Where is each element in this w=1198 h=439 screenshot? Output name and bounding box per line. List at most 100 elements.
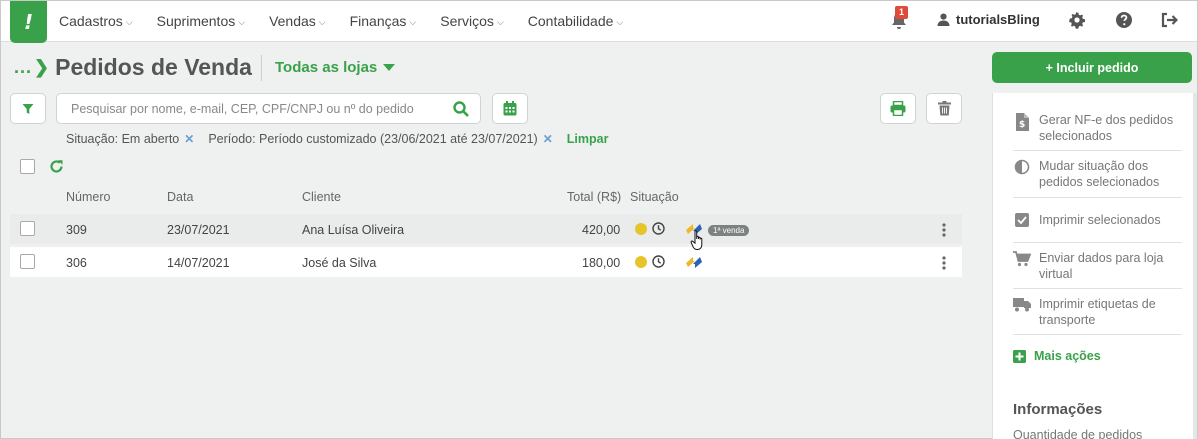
- breadcrumb-dots[interactable]: ...: [14, 57, 32, 78]
- more-vert-icon[interactable]: [942, 223, 946, 237]
- status-dot: [635, 256, 647, 268]
- first-sale-badge: 1ª venda: [708, 225, 750, 236]
- checkbox-icon: [1015, 213, 1029, 227]
- caret-down-icon: [383, 64, 396, 71]
- title-divider: [261, 55, 262, 81]
- order-client: Ana Luísa Oliveira: [302, 223, 405, 237]
- filter-chip-situacao: Situação: Em aberto ✕: [66, 132, 194, 146]
- chevron-down-icon: ⌵: [125, 16, 133, 27]
- user-icon: [937, 13, 950, 26]
- action-print-shipping-labels[interactable]: Imprimir etiquetas de transporte: [1013, 296, 1183, 328]
- search-box: [56, 93, 481, 124]
- filter-button[interactable]: [10, 93, 46, 124]
- scrollbar[interactable]: [1193, 93, 1197, 439]
- more-actions-link[interactable]: Mais ações: [1013, 349, 1101, 363]
- order-date: 23/07/2021: [167, 223, 230, 237]
- close-icon[interactable]: ✕: [184, 132, 194, 146]
- gear-icon[interactable]: [1068, 11, 1086, 29]
- row-checkbox[interactable]: [20, 254, 35, 269]
- help-icon[interactable]: [1115, 11, 1133, 29]
- search-icon[interactable]: [453, 101, 469, 117]
- plus-square-icon: [1013, 349, 1026, 363]
- chevron-down-icon: ⌵: [616, 16, 624, 27]
- more-actions-label: Mais ações: [1034, 349, 1101, 363]
- column-header-cliente[interactable]: Cliente: [302, 190, 341, 204]
- menu-item-label: Suprimentos: [156, 13, 236, 29]
- user-menu[interactable]: tutorialsBling: [937, 12, 1040, 27]
- action-label: Gerar NF-e dos pedidos selecionados: [1039, 113, 1174, 143]
- action-send-to-store[interactable]: Enviar dados para loja virtual: [1013, 250, 1183, 282]
- order-date: 14/07/2021: [167, 256, 230, 270]
- filter-chip-label: Situação: Em aberto: [66, 132, 180, 146]
- clear-filters-link[interactable]: Limpar: [567, 132, 609, 146]
- menu-item-cadastros[interactable]: Cadastros ⌵: [59, 13, 133, 29]
- divider: [1013, 150, 1182, 151]
- menu-item-label: Cadastros: [59, 13, 123, 29]
- invoice-icon: $: [1016, 113, 1029, 131]
- select-all-checkbox[interactable]: [20, 159, 35, 174]
- actions-panel: $ Gerar NF-e dos pedidos selecionados Mu…: [992, 93, 1195, 439]
- trash-icon: [937, 101, 951, 116]
- menu-item-label: Vendas: [269, 13, 316, 29]
- store-channel-icon: [686, 257, 702, 268]
- active-filters: Situação: Em aberto ✕ Período: Período c…: [66, 132, 608, 146]
- column-header-total[interactable]: Total (R$): [567, 190, 621, 204]
- svg-text:$: $: [1019, 120, 1025, 130]
- order-number: 309: [66, 223, 87, 237]
- logo-glyph: !: [23, 10, 34, 34]
- menu-item-servicos[interactable]: Serviços ⌵: [440, 13, 504, 29]
- print-button[interactable]: [880, 93, 916, 124]
- table-row[interactable]: 306 14/07/2021 José da Silva 180,00: [10, 247, 962, 277]
- close-icon[interactable]: ✕: [543, 132, 553, 146]
- action-generate-nfe[interactable]: $ Gerar NF-e dos pedidos selecionados: [1013, 112, 1183, 144]
- row-checkbox[interactable]: [20, 221, 35, 236]
- half-circle-icon: [1014, 159, 1030, 175]
- store-selector[interactable]: Todas as lojas: [275, 59, 396, 76]
- order-total: 420,00: [582, 223, 621, 237]
- top-navbar: ! Cadastros ⌵ Suprimentos ⌵ Vendas ⌵ Finanç…: [1, 1, 1197, 43]
- action-label: Imprimir selecionados: [1039, 213, 1161, 227]
- hand-cursor-icon: [690, 230, 703, 250]
- column-header-situacao[interactable]: Situação: [630, 190, 679, 204]
- logout-icon[interactable]: [1160, 11, 1178, 29]
- action-print-selected[interactable]: Imprimir selecionados: [1013, 212, 1183, 228]
- chevron-right-icon: ❯: [34, 57, 50, 77]
- notification-badge: 1: [895, 6, 908, 19]
- calendar-button[interactable]: [492, 93, 528, 124]
- table-row[interactable]: 309 23/07/2021 Ana Luísa Oliveira 420,00…: [10, 214, 962, 244]
- filter-chip-label: Período: Período customizado (23/06/2021…: [208, 132, 538, 146]
- order-total: 180,00: [582, 256, 621, 270]
- divider: [1013, 242, 1182, 243]
- truck-icon: [1013, 298, 1031, 312]
- info-section-text: Quantidade de pedidos: [1013, 428, 1143, 439]
- cart-icon: [1013, 251, 1031, 267]
- calendar-icon: [503, 101, 517, 116]
- refresh-icon[interactable]: [49, 159, 64, 174]
- column-header-numero[interactable]: Número: [66, 190, 110, 204]
- divider: [1013, 334, 1182, 335]
- delete-button[interactable]: [926, 93, 962, 124]
- menu-item-financas[interactable]: Finanças ⌵: [350, 13, 417, 29]
- breadcrumb: ... ❯ Pedidos de Venda: [14, 54, 252, 81]
- menu-item-contabilidade[interactable]: Contabilidade ⌵: [528, 13, 623, 29]
- more-vert-icon[interactable]: [942, 256, 946, 270]
- menu-item-vendas[interactable]: Vendas ⌵: [269, 13, 326, 29]
- main-menu: Cadastros ⌵ Suprimentos ⌵ Vendas ⌵ Finanças…: [59, 1, 647, 41]
- menu-item-label: Serviços: [440, 13, 494, 29]
- printer-icon: [890, 101, 906, 116]
- menu-item-suprimentos[interactable]: Suprimentos ⌵: [157, 13, 245, 29]
- chevron-down-icon: ⌵: [409, 16, 417, 27]
- chevron-down-icon: ⌵: [238, 16, 246, 27]
- action-label: Mudar situação dos pedidos selecionados: [1039, 159, 1160, 189]
- filter-icon: [22, 103, 34, 114]
- column-header-data[interactable]: Data: [167, 190, 193, 204]
- chevron-down-icon: ⌵: [496, 16, 504, 27]
- search-input[interactable]: [71, 100, 441, 118]
- order-client: José da Silva: [302, 256, 377, 270]
- action-change-status[interactable]: Mudar situação dos pedidos selecionados: [1013, 158, 1183, 190]
- clock-icon: [652, 222, 665, 235]
- bling-logo[interactable]: !: [10, 1, 47, 43]
- divider: [1013, 197, 1182, 198]
- include-order-button[interactable]: + Incluir pedido: [992, 52, 1192, 83]
- menu-item-label: Contabilidade: [527, 13, 614, 29]
